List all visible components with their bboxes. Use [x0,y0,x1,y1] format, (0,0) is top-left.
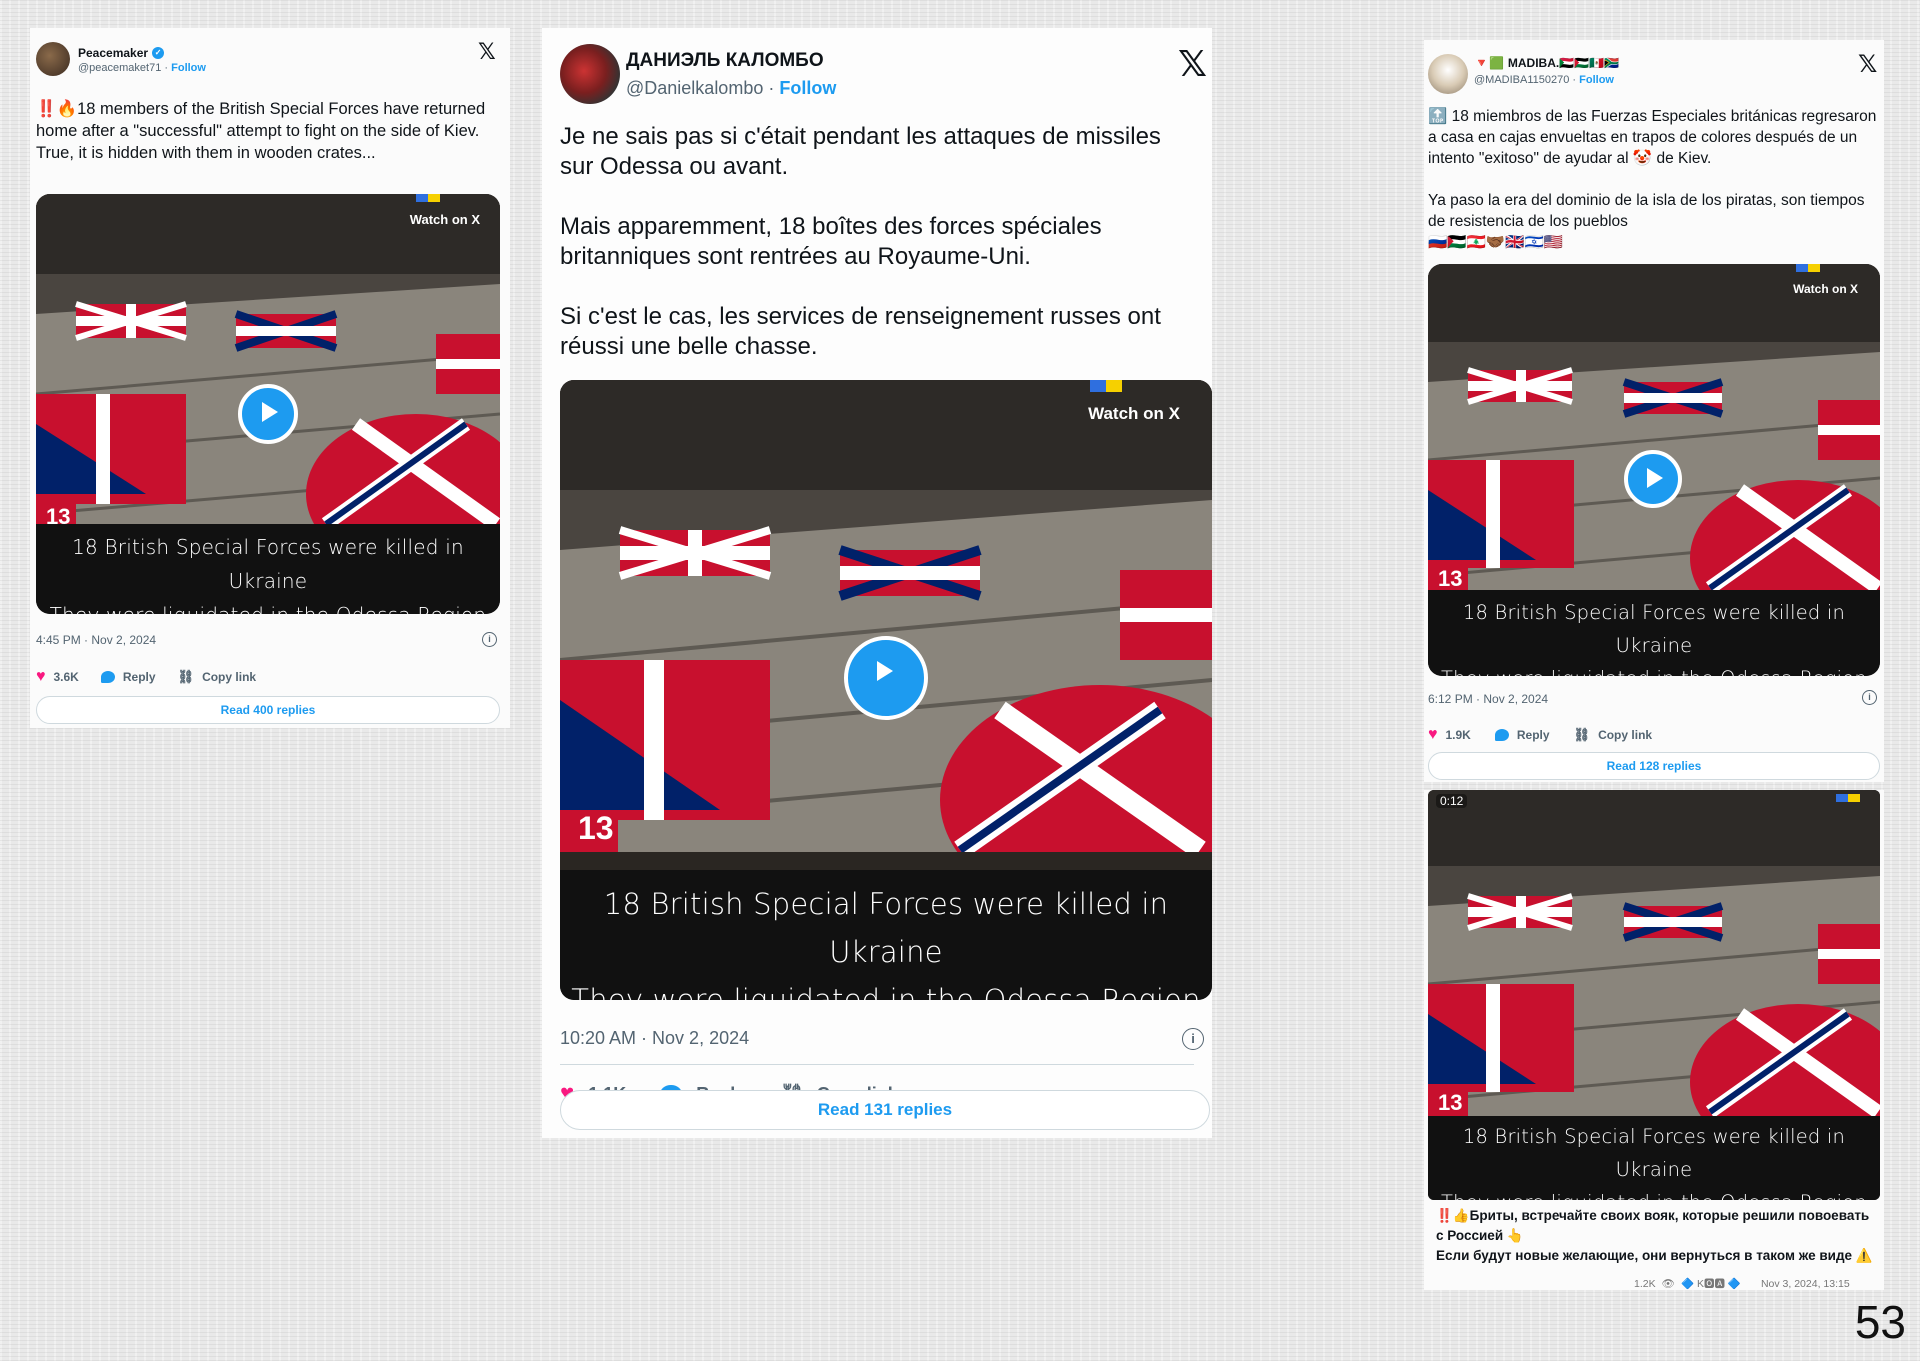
timestamp[interactable]: 10:20 AM · Nov 2, 2024 [560,1028,749,1049]
like-button[interactable]: ♥ 3.6K [36,668,79,686]
info-icon[interactable]: i [1182,1028,1204,1050]
tweet-text: ‼️🔥18 members of the British Special For… [36,100,486,162]
separator: · [768,78,775,98]
tweet-actions: ♥ 3.6K Reply ⛓ Copy link [36,668,256,686]
reply-icon [100,671,115,683]
display-name[interactable]: ДАНИЭЛЬ КАЛОМБО [626,50,836,72]
separator: · [164,62,169,74]
post-footer: 1.2K 👁 🔷 K🅾🅰 🔷 Nov 3, 2024, 13:15 [1634,1276,1850,1291]
channel-badge: 13 [578,810,614,846]
tweet-actions: ♥ 1.9K Reply ⛓ Copy link [1428,726,1652,744]
coffins-scene [1428,264,1880,592]
video-caption: 18 British Special Forces were killed in… [1428,1116,1880,1200]
handle[interactable]: @Danielkalombo [626,78,763,98]
heart-icon: ♥ [36,668,46,685]
avatar[interactable] [560,44,620,104]
heart-icon: ♥ [1428,726,1438,743]
copy-link-button[interactable]: ⛓Copy link [178,669,257,685]
video-caption: 18 British Special Forces were killed in… [1428,590,1880,676]
reply-icon [1494,729,1509,741]
author-signature: 🔷 K🅾🅰 🔷 [1680,1278,1741,1290]
timestamp[interactable]: 6:12 PM · Nov 2, 2024 [1428,692,1548,706]
video-caption: 18 British Special Forces were killed in… [560,870,1212,1000]
divider [560,1064,1194,1065]
display-name[interactable]: 🔻🟩 MADIBA.🇸🇩🇵🇸🇲🇽🇿🇦 [1474,56,1619,70]
post-text: ‼️👍Бриты, встречайте своих вояк, которые… [1436,1208,1873,1263]
watch-on-x-label[interactable]: Watch on X [1088,404,1180,424]
tweet-peacemaker: Peacemaker ✓ @peacemaket71 · Follow 𝕏 ‼️… [30,28,510,728]
read-replies-button[interactable]: Read 400 replies [36,696,500,724]
video-thumbnail[interactable]: 13 Watch on X 18 British Special Forces … [36,194,500,614]
copy-link-button[interactable]: ⛓Copy link [1574,727,1653,743]
verified-icon: ✓ [152,47,165,59]
watch-on-x-label[interactable]: Watch on X [410,212,480,227]
watch-on-x-label[interactable]: Watch on X [1793,282,1858,296]
handle[interactable]: @MADIBA1150270 [1474,74,1569,86]
coffins-scene [36,194,500,530]
tweet-text: 🔝 18 miembros de las Fuerzas Especiales … [1428,108,1877,251]
x-logo-icon[interactable]: 𝕏 [478,40,496,65]
post-date: Nov 3, 2024, 13:15 [1760,1277,1850,1290]
video-caption: 18 British Special Forces were killed in… [36,524,500,614]
video-thumbnail[interactable]: 13 Watch on X 18 British Special Forces … [560,380,1212,1000]
follow-button[interactable]: Follow [779,78,836,98]
handle[interactable]: @peacemaket71 [78,62,161,74]
avatar[interactable] [1428,54,1468,94]
tweet-madiba: 🔻🟩 MADIBA.🇸🇩🇵🇸🇲🇽🇿🇦 @MADIBA1150270 · Foll… [1424,40,1884,782]
read-replies-button[interactable]: Read 128 replies [1428,752,1880,780]
info-icon[interactable]: i [482,632,497,647]
eye-icon: 👁 [1661,1278,1675,1290]
coffins-scene [1428,790,1880,1116]
reply-button[interactable]: Reply [1494,728,1550,742]
page-number: 53 [1854,1296,1906,1348]
link-icon: ⛓ [177,669,195,684]
view-count: 1.2K [1634,1277,1656,1290]
play-button-icon[interactable] [1624,450,1682,508]
video-thumbnail[interactable]: 0:12 13 18 British Special Forces were k… [1428,790,1880,1200]
info-icon[interactable]: i [1862,690,1877,705]
x-logo-icon[interactable]: 𝕏 [1858,50,1877,78]
coffins-scene [560,380,1212,852]
telegram-post: 0:12 13 18 British Special Forces were k… [1424,790,1884,1290]
x-logo-icon[interactable]: 𝕏 [1178,44,1207,85]
follow-button[interactable]: Follow [171,62,206,74]
play-button-icon[interactable] [238,384,298,444]
tweet-danielkalombo: ДАНИЭЛЬ КАЛОМБО @Danielkalombo · Follow … [542,28,1212,1138]
separator: · [1572,74,1577,86]
video-thumbnail[interactable]: 13 Watch on X 18 British Special Forces … [1428,264,1880,676]
channel-badge: 13 [1438,566,1463,591]
play-button-icon[interactable] [844,636,928,720]
like-button[interactable]: ♥ 1.9K [1428,726,1471,744]
link-icon: ⛓ [1573,727,1591,742]
video-duration: 0:12 [1436,794,1468,808]
follow-button[interactable]: Follow [1579,74,1614,86]
display-name[interactable]: Peacemaker ✓ [78,46,206,60]
channel-badge: 13 [1438,1090,1463,1115]
avatar[interactable] [36,42,70,76]
read-replies-button[interactable]: Read 131 replies [560,1090,1210,1130]
reply-button[interactable]: Reply [100,670,156,684]
timestamp[interactable]: 4:45 PM · Nov 2, 2024 [36,633,156,647]
tweet-text: Je ne sais pas si c'était pendant les at… [560,123,1161,360]
